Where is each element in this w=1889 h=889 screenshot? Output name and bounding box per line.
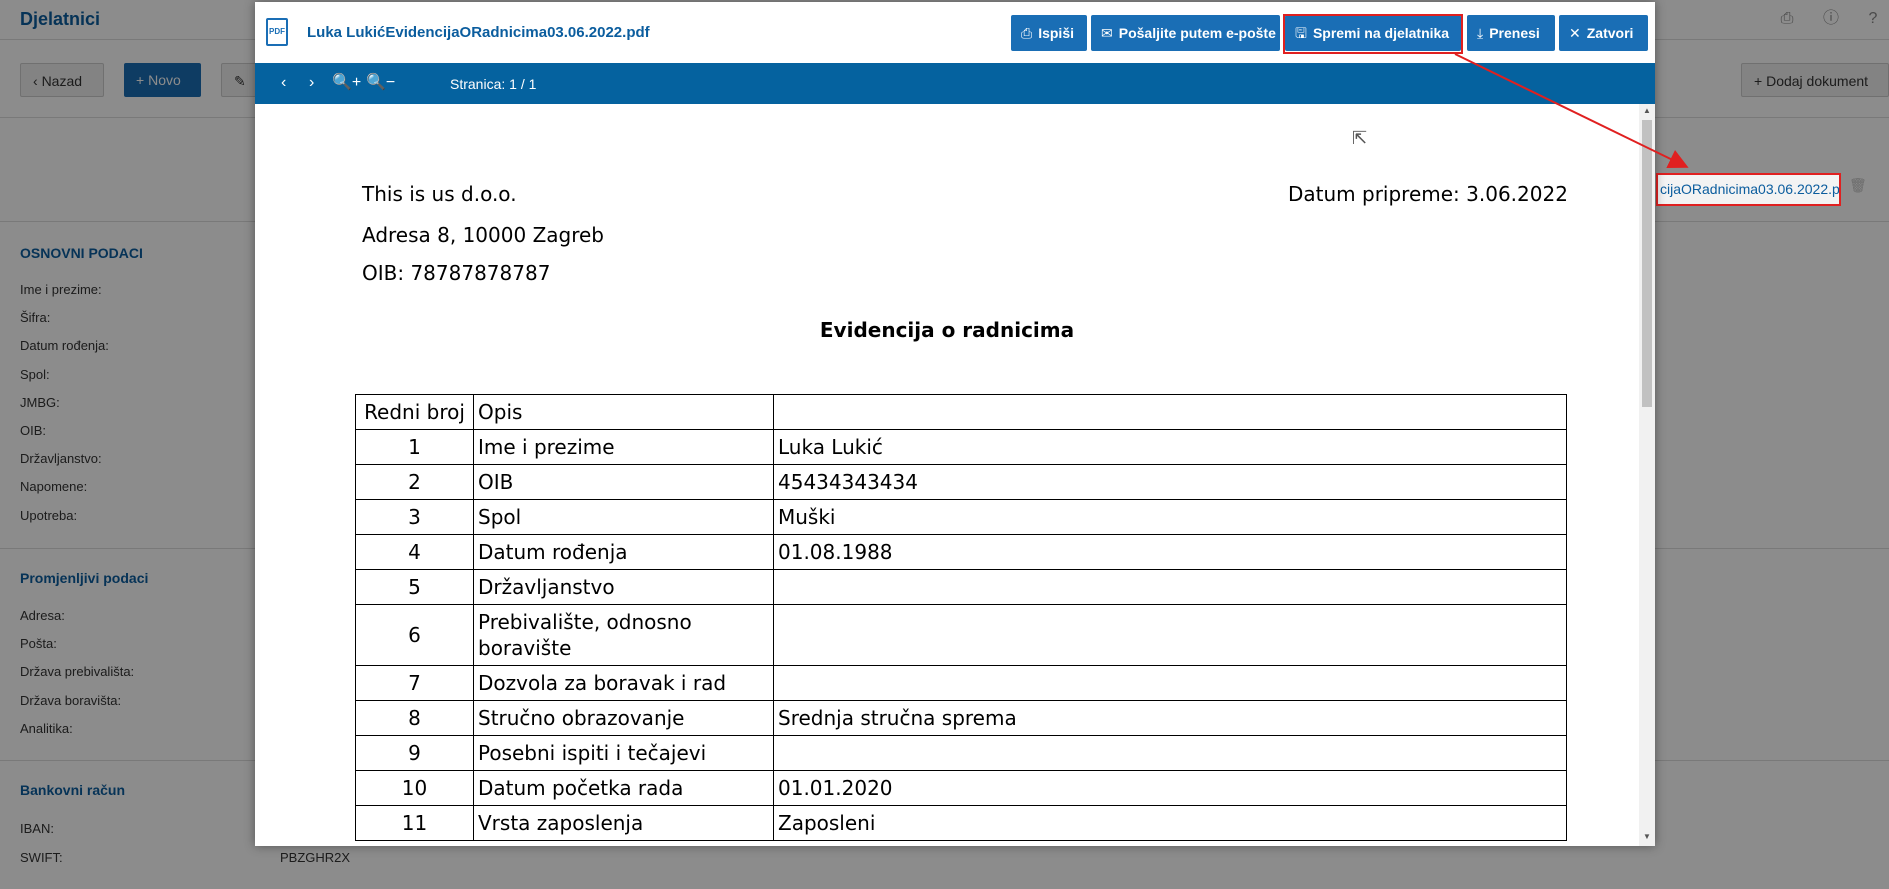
download-button[interactable]: ⤓ Prenesi xyxy=(1467,15,1555,51)
table-cell-value xyxy=(773,665,1567,701)
table-cell-desc: Posebni ispiti i tečajevi xyxy=(473,735,774,771)
table-cell-value: 45434343434 xyxy=(773,464,1567,500)
table-cell-value: 01.08.1988 xyxy=(773,534,1567,570)
header-cell xyxy=(773,394,1567,430)
modal-title: Luka LukićEvidencijaORadnicima03.06.2022… xyxy=(307,24,650,41)
table-cell-value: 01.01.2020 xyxy=(773,770,1567,806)
table-cell-value xyxy=(773,604,1567,666)
header-cell: Redni broj xyxy=(355,394,474,430)
header-cell: Opis xyxy=(473,394,774,430)
table-cell-desc: Stručno obrazovanje xyxy=(473,700,774,736)
table-cell-desc: OIB xyxy=(473,464,774,500)
preparation-date: Datum pripreme: 3.06.2022 xyxy=(1288,182,1568,206)
table-cell-value xyxy=(773,569,1567,605)
table-cell-desc: Datum rođenja xyxy=(473,534,774,570)
table-cell-num: 1 xyxy=(355,429,474,465)
table-cell-num: 8 xyxy=(355,700,474,736)
trash-icon[interactable]: 🗑 xyxy=(1849,177,1867,194)
table-cell-num: 11 xyxy=(355,805,474,841)
table-cell-num: 5 xyxy=(355,569,474,605)
download-icon: ⤓ xyxy=(1477,25,1484,41)
table-cell-desc: Ime i prezime xyxy=(473,429,774,465)
table-row: 4 Datum rođenja 01.08.1988 xyxy=(355,534,1567,570)
pdf-file-icon: PDF xyxy=(266,18,288,46)
table-cell-num: 7 xyxy=(355,665,474,701)
scroll-up-icon[interactable]: ▲ xyxy=(1642,106,1652,115)
attachment-link-highlight[interactable]: cijaORadnicima03.06.2022.pdf xyxy=(1656,173,1841,206)
pdf-preview-modal: PDF Luka LukićEvidencijaORadnicima03.06.… xyxy=(255,2,1655,846)
table-cell-desc: Državljanstvo xyxy=(473,569,774,605)
table-cell-num: 6 xyxy=(355,604,474,666)
table-header-row: Redni broj Opis xyxy=(355,394,1567,430)
table-cell-num: 10 xyxy=(355,770,474,806)
mouse-cursor-icon: ⇱ xyxy=(1352,128,1368,148)
table-row: 9 Posebni ispiti i tečajevi xyxy=(355,735,1567,771)
page-indicator: Stranica: 1 / 1 xyxy=(450,76,537,92)
table-cell-num: 9 xyxy=(355,735,474,771)
pdf-viewer-toolbar: ‹ › 🔍+ 🔍− Stranica: 1 / 1 xyxy=(255,63,1655,104)
table-cell-num: 4 xyxy=(355,534,474,570)
vertical-scrollbar[interactable]: ▲ ▼ xyxy=(1639,104,1655,846)
table-row: 6 Prebivalište, odnosno boravište xyxy=(355,604,1567,666)
table-row: 11 Vrsta zaposlenja Zaposleni xyxy=(355,805,1567,841)
table-cell-value xyxy=(773,735,1567,771)
table-cell-desc: Datum početka rada xyxy=(473,770,774,806)
next-page-icon[interactable]: › xyxy=(309,73,314,93)
save-highlight-box xyxy=(1283,14,1463,54)
close-icon: ✕ xyxy=(1569,25,1581,41)
table-cell-desc: Prebivalište, odnosno boravište xyxy=(473,604,774,666)
table-cell-desc: Vrsta zaposlenja xyxy=(473,805,774,841)
table-cell-value: Luka Lukić xyxy=(773,429,1567,465)
envelope-icon: ✉ xyxy=(1101,25,1113,41)
table-row: 5 Državljanstvo xyxy=(355,569,1567,605)
document-heading: Evidencija o radnicima xyxy=(819,318,1075,342)
modal-header: PDF Luka LukićEvidencijaORadnicima03.06.… xyxy=(255,2,1655,63)
table-row: 1 Ime i prezime Luka Lukić xyxy=(355,429,1567,465)
printer-icon: ⎙ xyxy=(1021,25,1033,41)
table-row: 7 Dozvola za boravak i rad xyxy=(355,665,1567,701)
table-cell-num: 3 xyxy=(355,499,474,535)
table-cell-desc: Dozvola za boravak i rad xyxy=(473,665,774,701)
zoom-out-icon[interactable]: 🔍− xyxy=(366,73,395,93)
table-cell-desc: Spol xyxy=(473,499,774,535)
table-row: 3 Spol Muški xyxy=(355,499,1567,535)
close-button[interactable]: ✕ Zatvori xyxy=(1559,15,1648,51)
scrollbar-thumb[interactable] xyxy=(1642,120,1652,407)
table-cell-num: 2 xyxy=(355,464,474,500)
print-button[interactable]: ⎙ Ispiši xyxy=(1011,15,1087,51)
employee-records-table: Redni broj Opis 1 Ime i prezime Luka Lukić… xyxy=(355,394,1567,841)
table-cell-value: Muški xyxy=(773,499,1567,535)
previous-page-icon[interactable]: ‹ xyxy=(281,73,286,93)
company-address: Adresa 8, 10000 Zagreb xyxy=(362,223,605,247)
company-name: This is us d.o.o. xyxy=(362,182,517,206)
table-cell-value: Zaposleni xyxy=(773,805,1567,841)
table-row: 10 Datum početka rada 01.01.2020 xyxy=(355,770,1567,806)
zoom-in-icon[interactable]: 🔍+ xyxy=(332,73,361,93)
table-row: 2 OIB 45434343434 xyxy=(355,464,1567,500)
table-cell-value: Srednja stručna sprema xyxy=(773,700,1567,736)
company-oib: OIB: 78787878787 xyxy=(362,261,551,285)
table-row: 8 Stručno obrazovanje Srednja stručna spre… xyxy=(355,700,1567,736)
email-button[interactable]: ✉ Pošaljite putem e-pošte xyxy=(1091,15,1280,51)
pdf-page: This is us d.o.o. Adresa 8, 10000 Zagreb… xyxy=(255,104,1639,846)
scroll-down-icon[interactable]: ▼ xyxy=(1642,832,1652,841)
